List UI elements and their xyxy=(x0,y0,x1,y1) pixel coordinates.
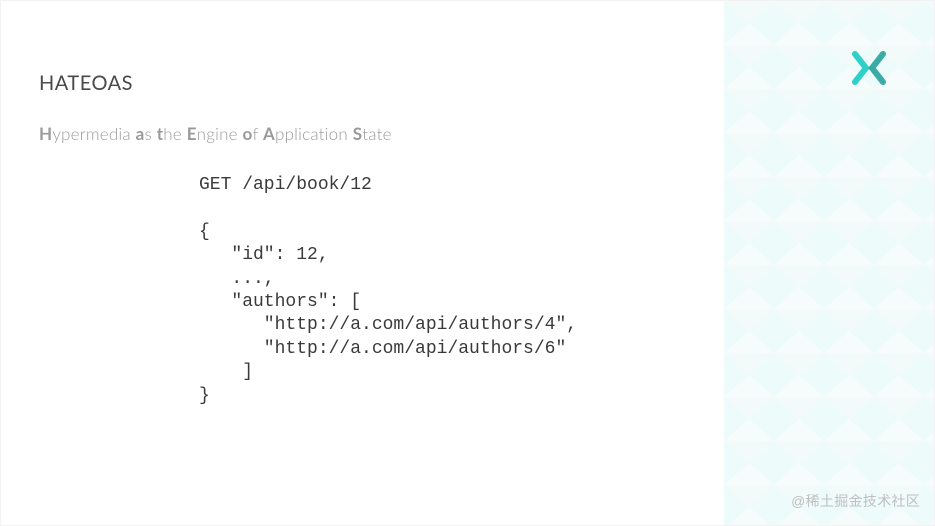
watermark-text: @稀土掘金技术社区 xyxy=(791,491,920,511)
code-example: GET /api/book/12 { "id": 12, ..., "autho… xyxy=(199,174,896,408)
brand-logo-icon xyxy=(852,51,886,85)
slide-content: HATEOAS Hypermedia as the Engine of Appl… xyxy=(1,1,934,408)
slide-subtitle: Hypermedia as the Engine of Application … xyxy=(39,123,896,144)
slide-title: HATEOAS xyxy=(39,71,896,95)
